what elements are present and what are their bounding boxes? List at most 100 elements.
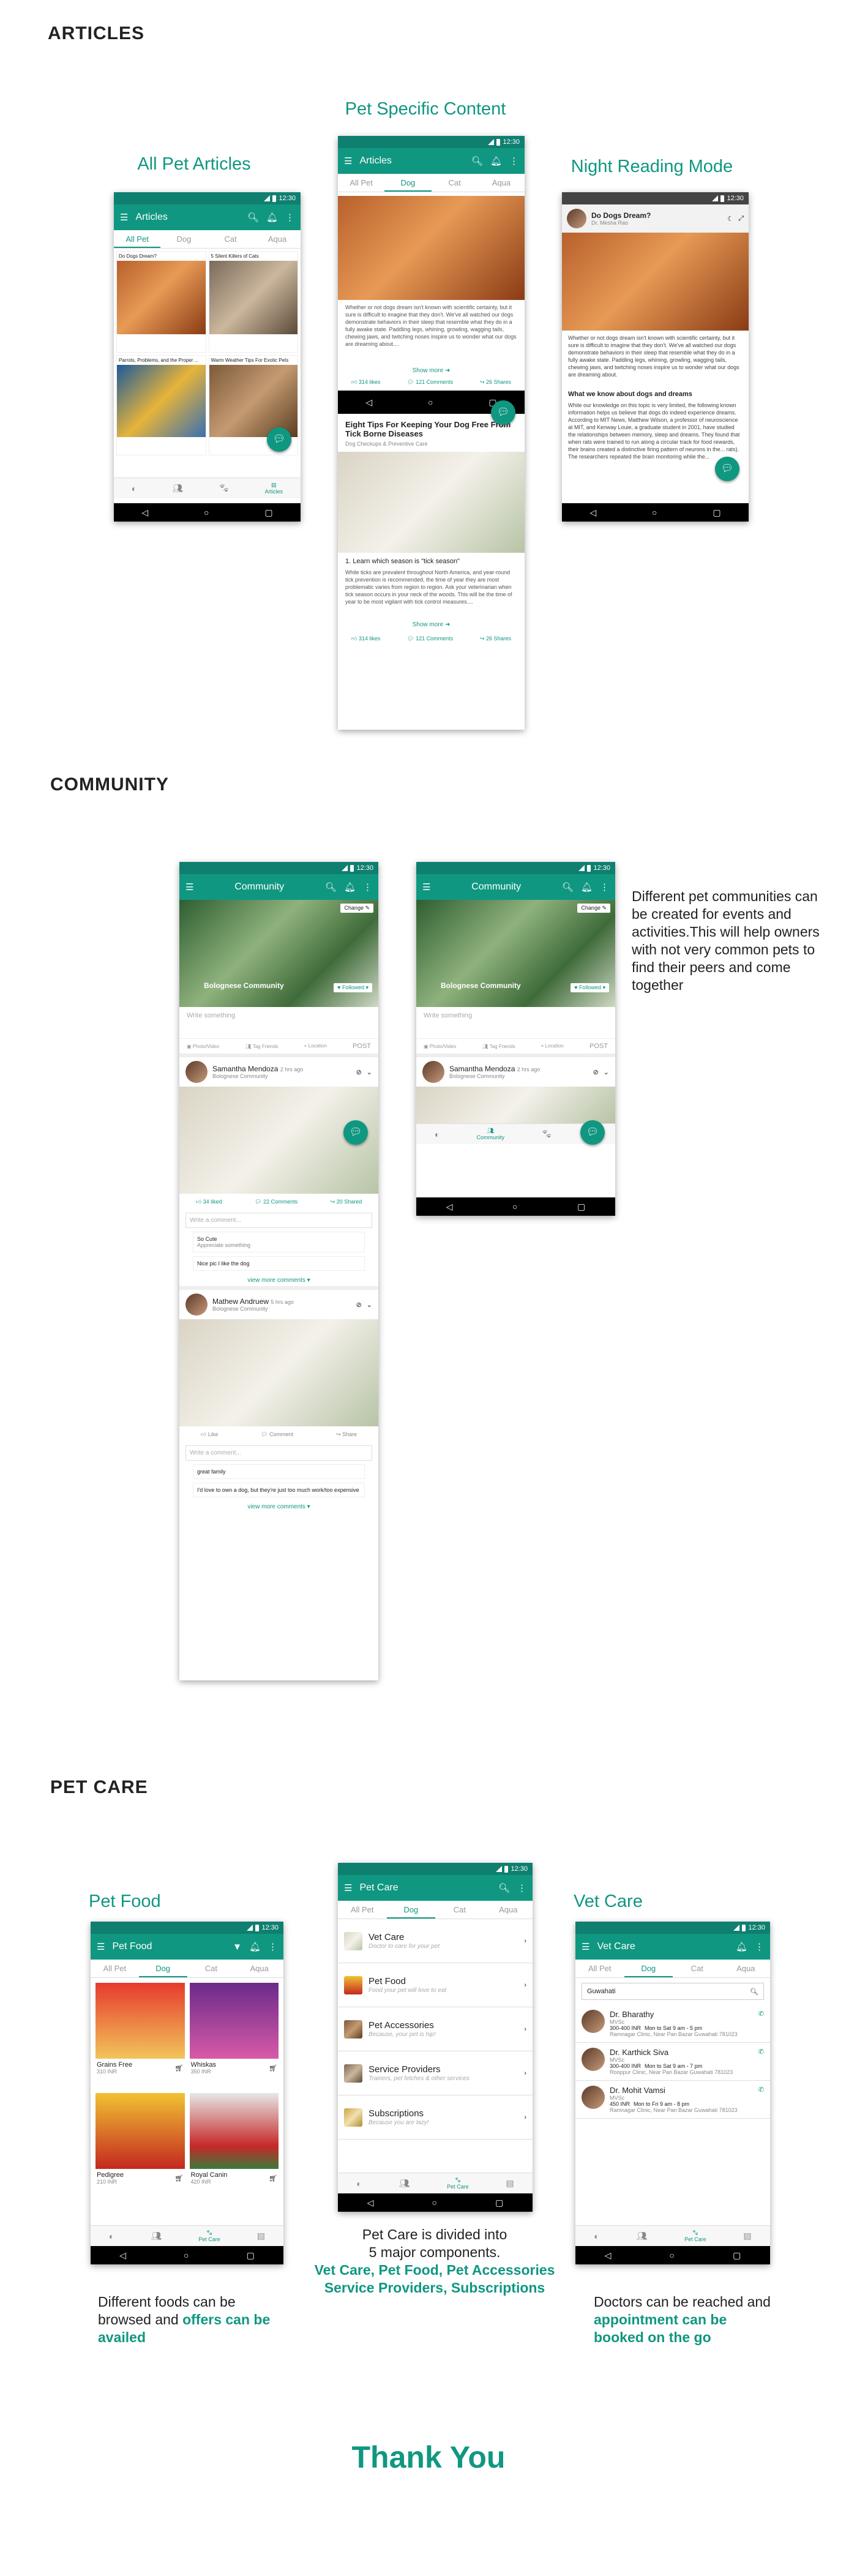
bell-icon[interactable]: 🔔︎ (266, 213, 278, 222)
tab-aqua[interactable]: Aqua (478, 174, 525, 192)
chat-fab[interactable]: 💬︎ (267, 427, 291, 452)
bell-icon[interactable]: 🔔︎ (344, 883, 356, 892)
home-icon[interactable]: ○ (204, 507, 209, 517)
tab-aqua[interactable]: Aqua (254, 230, 301, 248)
tab-cat[interactable]: Cat (208, 230, 254, 248)
chevron-down-icon[interactable]: ⌄ (367, 1068, 372, 1076)
article-card[interactable]: 5 Silent Killers of Cats (208, 251, 298, 353)
followed-button[interactable]: ♥ Followed ▾ (571, 983, 609, 992)
search-icon[interactable]: 🔍︎ (247, 213, 259, 222)
back-icon[interactable]: ◁ (365, 397, 372, 408)
tab-all-pet[interactable]: All Pet (338, 174, 384, 192)
back-icon[interactable]: ◁ (119, 2250, 126, 2261)
more-icon[interactable]: ⋮ (517, 1884, 526, 1893)
search-icon[interactable]: 🔍︎ (498, 1884, 510, 1893)
write-post-input[interactable]: Write something (416, 1007, 615, 1039)
menu-icon[interactable]: ☰ (97, 1942, 105, 1952)
location-search-input[interactable]: Guwahati 🔍︎ (582, 1983, 764, 2000)
recents-icon[interactable]: ▢ (495, 2198, 503, 2208)
recents-icon[interactable]: ▢ (713, 507, 720, 518)
home-icon[interactable]: ○ (432, 2198, 437, 2207)
more-icon[interactable]: ⋮ (755, 1942, 764, 1952)
tab-cat[interactable]: Cat (432, 174, 478, 192)
tab-all-pet[interactable]: All Pet (114, 230, 161, 248)
articles-icon[interactable]: ▤ (743, 2231, 751, 2241)
tab-all-pet[interactable]: All Pet (91, 1960, 139, 1977)
petcare-icon[interactable]: 🐾︎ (541, 1129, 552, 1139)
tab-all-pet[interactable]: All Pet (338, 1901, 387, 1919)
tag-friends-button[interactable]: 👥︎ Tag Friends (245, 1044, 279, 1049)
phone-icon[interactable]: ✆ (758, 2086, 764, 2094)
tab-dog[interactable]: Dog (160, 230, 207, 248)
share-button[interactable]: ↪ Share (336, 1431, 357, 1438)
article-card[interactable]: Do Dogs Dream? (116, 251, 206, 353)
tab-cat[interactable]: Cat (187, 1960, 236, 1977)
filter-icon[interactable]: ▼ (233, 1942, 242, 1952)
bell-icon[interactable]: 🔔︎ (736, 1942, 747, 1952)
more-icon[interactable]: ⋮ (509, 157, 518, 166)
night-mode-icon[interactable]: ☾ (727, 215, 733, 223)
menu-icon[interactable]: ☰ (582, 1942, 589, 1952)
tab-dog[interactable]: Dog (138, 1960, 187, 1977)
photo-video-button[interactable]: ▣ Photo/Video (424, 1044, 456, 1049)
articles-icon[interactable]: ▤ (257, 2231, 265, 2241)
cart-icon[interactable]: 🛒︎ (175, 2064, 184, 2072)
recents-icon[interactable]: ▢ (733, 2250, 741, 2261)
bell-icon[interactable]: 🔔︎ (581, 883, 593, 892)
food-item[interactable]: Whiskas 350 INR 🛒︎ (189, 1983, 279, 2088)
tab-aqua[interactable]: Aqua (722, 1960, 771, 1977)
cart-icon[interactable]: 🛒︎ (269, 2064, 277, 2072)
cart-icon[interactable]: 🛒︎ (175, 2174, 184, 2182)
tab-cat[interactable]: Cat (435, 1901, 484, 1919)
menu-icon[interactable]: ☰ (422, 883, 430, 892)
write-post-input[interactable]: Write something (179, 1007, 378, 1039)
comments-button[interactable]: 💬︎ 121 Comments (407, 635, 453, 642)
tab-aqua[interactable]: Aqua (484, 1901, 533, 1919)
petcare-item-subscriptions[interactable]: Subscriptions Because you are lazy! › (338, 2095, 533, 2140)
likes-button[interactable]: 👍︎ 314 likes (351, 635, 380, 642)
like-button[interactable]: 👍︎ 34 liked (196, 1199, 222, 1205)
menu-icon[interactable]: ☰ (185, 883, 193, 892)
articles-icon[interactable]: ▤ (506, 2178, 514, 2188)
tab-dog[interactable]: Dog (624, 1960, 673, 1977)
back-icon[interactable]: ◁ (141, 507, 148, 518)
petcare-item-vet-care[interactable]: Vet Care Doctor to care for your pet › (338, 1919, 533, 1963)
phone-icon[interactable]: ✆ (758, 2048, 764, 2056)
location-button[interactable]: ⌖ Location (304, 1043, 327, 1049)
phone-icon[interactable]: ✆ (758, 2010, 764, 2018)
recents-icon[interactable]: ▢ (264, 507, 272, 518)
doctor-card[interactable]: Dr. Karthick Siva MVSc 300-400 INR Mon to… (575, 2043, 770, 2081)
home-icon[interactable]: ○ (670, 2250, 675, 2260)
bell-icon[interactable]: 🔔︎ (490, 157, 502, 166)
explore-icon[interactable]: ◐ (435, 1129, 440, 1139)
cart-icon[interactable]: 🛒︎ (269, 2174, 277, 2182)
food-item[interactable]: Grains Free 310 INR 🛒︎ (95, 1983, 185, 2088)
view-more-comments[interactable]: view more comments ▾ (179, 1501, 378, 1513)
nav-community[interactable]: 👥︎ Community (476, 1128, 504, 1140)
food-item[interactable]: Pedigree 210 INR 🛒︎ (95, 2093, 185, 2198)
community-icon[interactable]: 👥︎ (172, 483, 183, 493)
share-button[interactable]: ↪ 26 Shares (480, 635, 511, 642)
location-button[interactable]: ⌖ Location (541, 1043, 564, 1049)
petcare-item-accessories[interactable]: Pet Accessories Because, your pet is hip!… (338, 2007, 533, 2051)
comment-input[interactable]: Write a comment... (185, 1445, 372, 1461)
explore-icon[interactable]: ◐ (356, 2179, 361, 2188)
community-icon[interactable]: 👥︎ (637, 2231, 648, 2241)
pin-icon[interactable]: ⊘ (593, 1068, 599, 1076)
search-icon[interactable]: 🔍︎ (325, 883, 337, 892)
back-icon[interactable]: ◁ (446, 1202, 453, 1212)
change-cover-button[interactable]: Change ✎ (577, 904, 610, 913)
chat-fab[interactable]: 💬︎ (580, 1120, 605, 1145)
community-icon[interactable]: 👥︎ (151, 2231, 162, 2241)
tab-dog[interactable]: Dog (386, 1901, 435, 1919)
comments-button[interactable]: 💬︎ 121 Comments (407, 379, 453, 386)
community-icon[interactable]: 👥︎ (399, 2178, 410, 2188)
home-icon[interactable]: ○ (652, 507, 657, 517)
more-icon[interactable]: ⋮ (285, 213, 294, 222)
pin-icon[interactable]: ⊘ (356, 1068, 362, 1076)
chevron-down-icon[interactable]: ⌄ (367, 1301, 372, 1309)
comment-button[interactable]: 💬︎ Comment (261, 1431, 293, 1438)
recents-icon[interactable]: ▢ (577, 1202, 585, 1212)
home-icon[interactable]: ○ (512, 1202, 517, 1211)
food-item[interactable]: Royal Canin 420 INR 🛒︎ (189, 2093, 279, 2198)
